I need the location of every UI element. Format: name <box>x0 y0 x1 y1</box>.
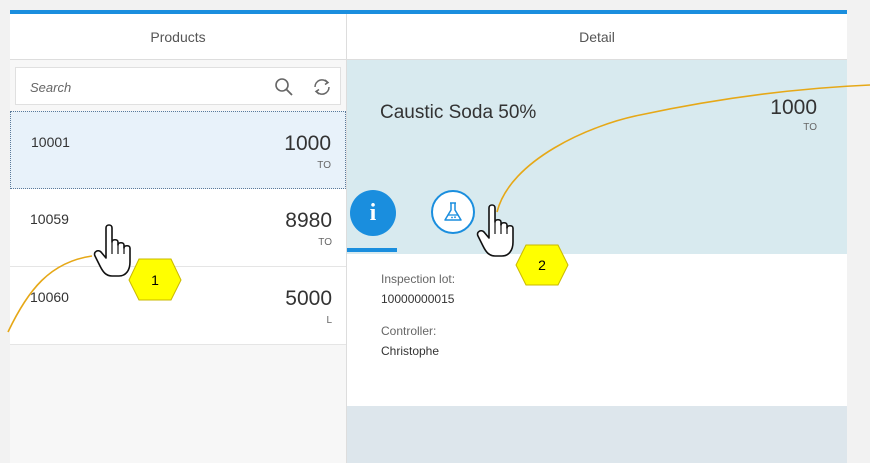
tab-info[interactable]: i <box>350 190 396 236</box>
object-number: 1000 <box>770 96 817 119</box>
object-header: Caustic Soda 50% 1000 TO i <box>347 60 847 254</box>
item-number: 5000 <box>285 287 332 310</box>
step-badge-1-label-wrap: 1 <box>132 260 178 300</box>
item-id: 10060 <box>30 289 69 305</box>
master-panel: Products 10001 1000 TO 10059 8980 TO <box>10 14 347 463</box>
search-field <box>15 67 341 106</box>
master-title: Products <box>150 28 206 45</box>
footer-band <box>347 406 847 463</box>
detail-header: Detail <box>347 14 847 60</box>
item-id: 10001 <box>31 134 70 150</box>
detail-panel: Detail Caustic Soda 50% 1000 TO i Inspec… <box>347 14 847 463</box>
app-window: Products 10001 1000 TO 10059 8980 TO <box>10 10 847 463</box>
list-item[interactable]: 10060 5000 L <box>10 267 346 345</box>
master-header: Products <box>10 14 346 60</box>
step-badge-2-label-wrap: 2 <box>519 245 565 285</box>
list-item[interactable]: 10001 1000 TO <box>10 111 346 189</box>
item-number: 8980 <box>285 209 332 232</box>
search-input[interactable] <box>16 68 272 106</box>
item-unit: L <box>326 315 332 326</box>
item-number: 1000 <box>284 132 331 155</box>
search-icon[interactable] <box>274 77 294 97</box>
info-icon: i <box>369 199 377 226</box>
item-unit: TO <box>317 160 331 171</box>
object-title: Caustic Soda 50% <box>380 102 537 123</box>
step-badge-1-label: 1 <box>151 272 159 288</box>
field-label: Controller: <box>381 324 437 338</box>
tab-selected-indicator <box>347 248 397 252</box>
flask-icon <box>444 202 462 221</box>
detail-title: Detail <box>579 28 615 45</box>
refresh-icon[interactable] <box>312 77 332 97</box>
item-unit: TO <box>318 237 332 248</box>
detail-content: Inspection lot: 10000000015 Controller: … <box>347 254 847 406</box>
field-value: Christophe <box>381 344 440 358</box>
tab-lab-results[interactable] <box>431 190 475 234</box>
field-label: Inspection lot: <box>381 272 456 286</box>
item-id: 10059 <box>30 211 69 227</box>
list-item[interactable]: 10059 8980 TO <box>10 189 346 267</box>
step-badge-2-label: 2 <box>538 257 546 273</box>
object-unit: TO <box>803 122 817 133</box>
field-value: 10000000015 <box>381 292 455 306</box>
